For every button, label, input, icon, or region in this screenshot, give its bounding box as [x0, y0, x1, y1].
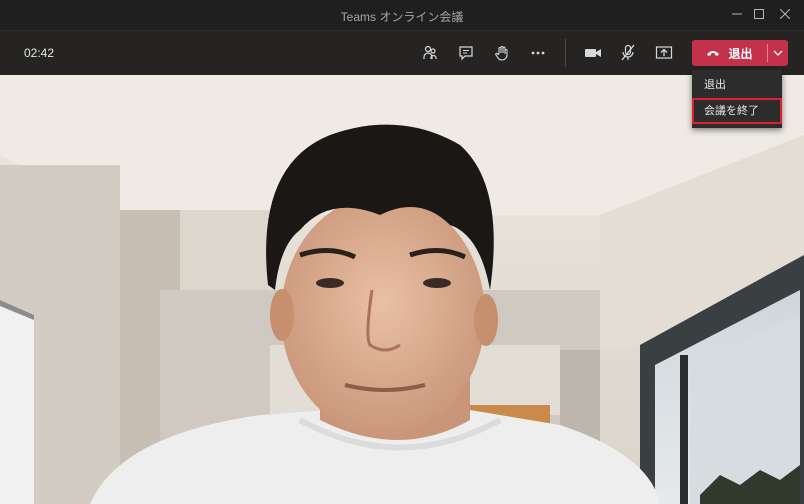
- close-window-button[interactable]: [774, 4, 796, 26]
- camera-button[interactable]: [581, 42, 605, 64]
- chat-button[interactable]: [454, 42, 478, 64]
- toolbar-divider: [565, 39, 566, 67]
- maximize-icon: [754, 9, 764, 19]
- leave-dropdown-menu: 退出 会議を終了: [692, 70, 782, 128]
- phone-hangup-icon: [707, 51, 720, 56]
- participants-icon: [423, 45, 437, 59]
- video-feed: [0, 75, 804, 504]
- mic-muted-icon: [621, 44, 635, 61]
- raise-hand-button[interactable]: [490, 42, 514, 64]
- participant-video-image: [0, 75, 804, 504]
- leave-options-button[interactable]: [768, 40, 788, 66]
- chat-icon: [459, 46, 473, 61]
- leave-button-group: 退出: [692, 40, 788, 66]
- menu-item-end-meeting[interactable]: 会議を終了: [692, 98, 782, 124]
- menu-item-leave[interactable]: 退出: [692, 72, 782, 98]
- minimize-icon: [732, 13, 742, 15]
- share-screen-button[interactable]: [652, 42, 676, 64]
- chevron-down-icon: [773, 50, 783, 56]
- camera-icon: [585, 49, 601, 57]
- mic-button[interactable]: [616, 42, 640, 64]
- leave-button[interactable]: 退出: [692, 40, 767, 66]
- leave-button-label: 退出: [728, 46, 753, 61]
- more-options-button[interactable]: [526, 42, 550, 64]
- more-options-icon: [531, 51, 545, 55]
- meeting-toolbar: 02:42: [0, 31, 804, 75]
- window-title: Teams オンライン会議: [340, 10, 464, 24]
- maximize-button[interactable]: [748, 4, 770, 26]
- meeting-timer: 02:42: [24, 46, 55, 60]
- raise-hand-icon: [495, 45, 508, 61]
- minimize-button[interactable]: [726, 4, 748, 26]
- title-bar: Teams オンライン会議: [0, 0, 804, 31]
- share-screen-icon: [655, 46, 673, 59]
- participants-button[interactable]: [418, 42, 442, 64]
- close-icon: [779, 8, 791, 20]
